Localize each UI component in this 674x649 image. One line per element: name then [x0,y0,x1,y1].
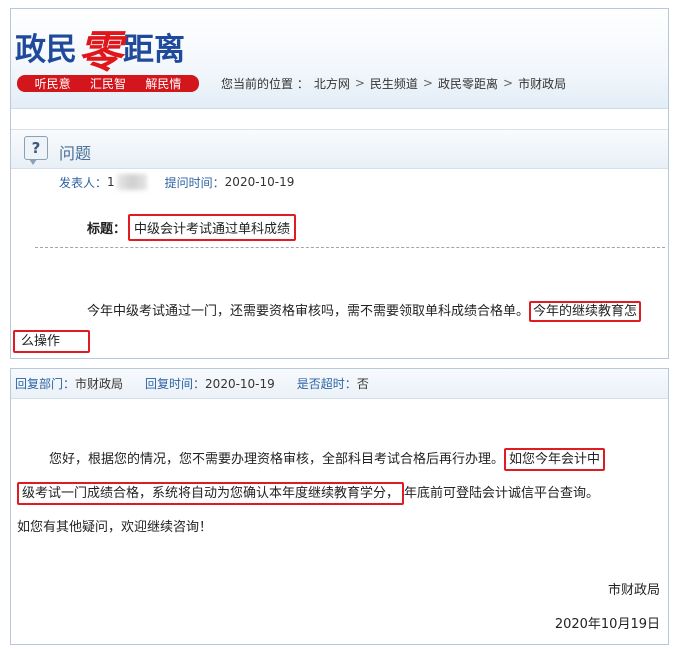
reply-body-line: 您好，根据您的情况，您不需要办理资格审核，全部科目考试合格后再行办理。 如您今年会… [17,443,662,477]
reply-body-line: 级考试一门成绩合格，系统将自动为您确认本年度继续教育学分， 年底前可登陆会计诚信平… [17,477,662,511]
question-body-line: 今年中级考试通过一门，还需要资格审核吗，需不需要领取单科成绩合格单。 今年的继续教… [51,297,666,327]
reply-body-highlight: 级考试一门成绩合格，系统将自动为您确认本年度继续教育学分， [17,482,405,505]
question-bubble-icon: ? [24,136,48,165]
divider [35,247,665,248]
reply-body-line: 如您有其他疑问，欢迎继续咨询！ [17,511,662,545]
reply-dept-label: 回复部门： [15,377,76,391]
breadcrumb-link-beifang[interactable]: 北方网 [314,75,350,92]
ask-time-value: 2020-10-19 [224,175,295,189]
question-title-line: 标题： 中级会计考试通过单科成绩 [87,214,297,241]
question-body: 今年中级考试通过一门，还需要资格审核吗，需不需要领取单科成绩合格单。 今年的继续教… [13,297,666,357]
reply-meta: 回复部门： 市财政局 回复时间： 2020-10-19 是否超时： 否 [11,369,668,399]
poster-name-blurred [116,174,147,190]
reply-panel: 回复部门： 市财政局 回复时间： 2020-10-19 是否超时： 否 您好，根… [10,368,669,645]
question-panel: 政民 零 距离 听民意 汇民智 解民情 您当前的位置 ： 北方网 > 民生频道 … [10,8,669,359]
reply-dept-value: 市财政局 [75,377,124,391]
reply-time-value: 2020-10-19 [205,376,275,391]
question-meta: 发表人： 1 提问时间： 2020-10-19 [11,169,668,195]
reply-body-text: 您好，根据您的情况，您不需要办理资格审核，全部科目考试合格后再行办理。 [49,452,505,467]
poster-label: 发表人： [59,175,108,190]
breadcrumb-link-caizheng[interactable]: 市财政局 [518,75,566,92]
reply-signature: 市财政局 [607,583,660,598]
reply-date: 2020年10月19日 [554,617,660,632]
reply-body-text: 年底前可登陆会计诚信平台查询。 [404,486,600,501]
question-title-label: 标题： [87,222,127,237]
question-body-line: 么操作 [13,327,666,357]
breadcrumb-link-zhengmin[interactable]: 政民零距离 [438,75,498,92]
overtime-value: 否 [356,377,369,391]
reply-time-label: 回复时间： [145,377,206,391]
breadcrumb-separator: > [422,76,433,90]
logo-text-2: 距离 [123,32,185,68]
ask-time-label: 提问时间： [164,175,225,190]
question-body-highlight: 么操作 [13,330,91,353]
logo-text-zero: 零 [78,27,122,78]
breadcrumb-separator: > [503,76,514,90]
site-logo[interactable]: 政民 零 距离 [15,25,185,75]
question-section-title: 问题 [59,144,92,163]
question-body-highlight: 今年的继续教育怎 [529,301,642,322]
logo-text-1: 政民 [15,32,77,68]
reply-body: 您好，根据您的情况，您不需要办理资格审核，全部科目考试合格后再行办理。 如您今年会… [17,443,662,545]
site-banner: 政民 零 距离 听民意 汇民智 解民情 您当前的位置 ： 北方网 > 民生频道 … [11,9,668,109]
breadcrumb-label: 您当前的位置 ： [221,76,309,91]
slogan-bar: 听民意 汇民智 解民情 [17,75,199,92]
question-title-value: 中级会计考试通过单科成绩 [128,214,297,241]
slogan-item: 听民意 [34,77,71,91]
breadcrumb-separator: > [354,76,365,90]
breadcrumb-link-minsheng[interactable]: 民生频道 [370,75,418,92]
reply-body-text: 如您有其他疑问，欢迎继续咨询！ [17,520,213,535]
reply-body-highlight: 如您今年会计中 [504,448,606,471]
question-header: ? 问题 [11,129,668,169]
breadcrumb: 您当前的位置 ： 北方网 > 民生频道 > 政民零距离 > 市财政局 [221,73,566,93]
slogan-item: 汇民智 [89,77,126,91]
poster-name: 1 [107,175,115,189]
overtime-label: 是否超时： [296,377,357,391]
slogan-item: 解民情 [145,77,182,91]
question-body-text: 今年中级考试通过一门，还需要资格审核吗，需不需要领取单科成绩合格单。 [87,304,530,319]
